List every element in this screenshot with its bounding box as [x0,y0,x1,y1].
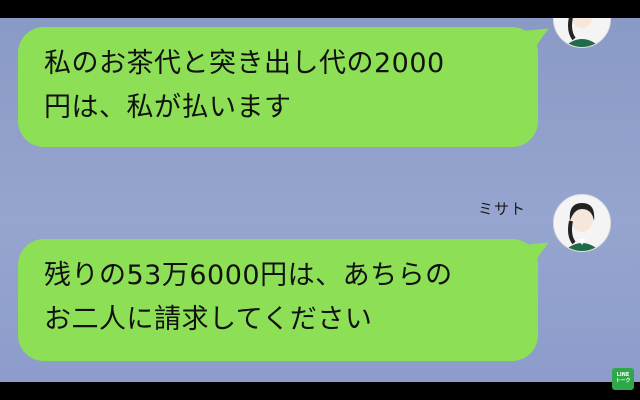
avatar[interactable] [553,194,611,252]
sender-name: ミサト [478,200,527,218]
message-text-line: お二人に請求してください [44,304,373,335]
woman-avatar-icon [554,195,610,251]
avatar[interactable] [553,18,611,48]
message-bubble[interactable]: 残りの53万6000円は、あちらの お二人に請求してください [18,239,538,361]
chat-area: 私のお茶代と突き出し代の2000 円は、私が払います ミサト 残りの53万600… [0,18,640,382]
message-text-line: 残りの53万6000円は、あちらの [44,260,453,291]
line-logo-icon: LINE トーク [612,368,634,390]
message-bubble[interactable]: 私のお茶代と突き出し代の2000 円は、私が払います [18,27,538,147]
woman-avatar-icon [554,18,610,47]
message-text-line: 円は、私が払います [44,92,292,123]
message-text-line: 私のお茶代と突き出し代の2000 [44,48,445,79]
